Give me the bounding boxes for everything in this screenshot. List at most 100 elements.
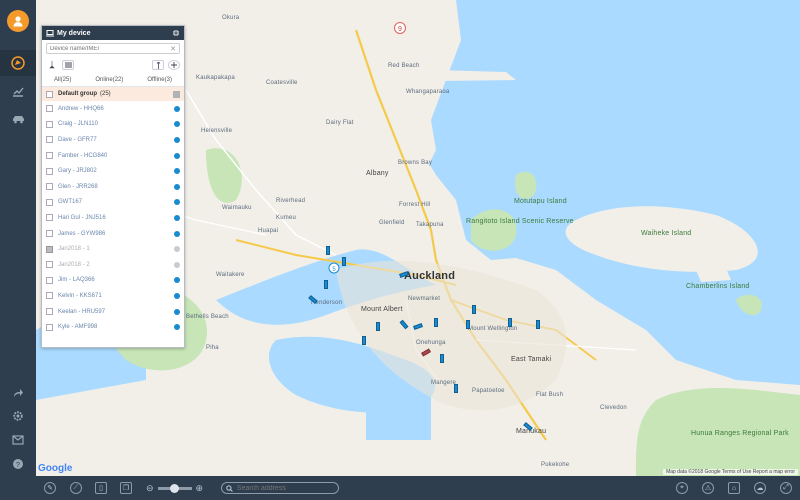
device-row[interactable]: Hari Gul - JNJ516 — [42, 210, 184, 226]
device-row[interactable]: Craig - JLN110 — [42, 117, 184, 133]
ruler-icon[interactable]: ⟋ — [70, 482, 82, 494]
online-status-icon — [174, 230, 180, 237]
device-checkbox[interactable] — [46, 120, 53, 128]
user-avatar[interactable] — [7, 10, 29, 32]
vehicle-marker[interactable] — [454, 384, 458, 393]
tab-all[interactable]: All(25) — [54, 77, 71, 83]
tab-online[interactable]: Online(22) — [95, 77, 123, 83]
svg-text:9: 9 — [398, 26, 402, 33]
vehicle-marker[interactable] — [466, 320, 470, 329]
device-search-input[interactable] — [50, 45, 171, 52]
nav-help-button[interactable]: ? — [0, 451, 36, 477]
zoom-in-icon[interactable]: ⊕ — [196, 483, 204, 494]
park-label: Motutapu Island — [514, 198, 567, 205]
device-row[interactable]: Jan2018 - 1 — [42, 241, 184, 257]
vehicle-marker[interactable] — [508, 318, 512, 327]
address-search-input[interactable] — [236, 484, 334, 492]
device-row[interactable]: Dave - GFR77 — [42, 132, 184, 148]
map-attribution[interactable]: Map data ©2018 Google Terms of Use Repor… — [663, 469, 798, 475]
panel-title: My device — [57, 29, 91, 37]
place-label: Dairy Flat — [326, 120, 354, 126]
sort-button[interactable] — [152, 60, 164, 70]
tab-offline[interactable]: Offline(3) — [147, 77, 172, 83]
device-checkbox[interactable] — [46, 292, 53, 300]
geofence-icon[interactable]: ⌖ — [676, 482, 688, 494]
device-checkbox[interactable] — [46, 105, 53, 113]
vehicle-marker[interactable] — [342, 257, 346, 266]
place-label: Waimauku — [222, 205, 252, 211]
place-label: Takapuna — [416, 222, 444, 228]
zoom-control: ⊖ ⊕ — [146, 483, 203, 494]
layers-icon[interactable]: ❐ — [120, 482, 132, 494]
vehicle-marker[interactable] — [324, 280, 328, 289]
device-checkbox[interactable] — [46, 323, 53, 331]
park-label: Chamberlins Island — [686, 283, 750, 290]
group-checkbox[interactable] — [46, 90, 53, 98]
nav-messages-button[interactable] — [0, 427, 36, 453]
device-checkbox[interactable] — [46, 198, 53, 206]
device-checkbox[interactable] — [46, 152, 53, 160]
device-checkbox[interactable] — [46, 214, 53, 222]
vehicle-marker[interactable] — [362, 336, 366, 345]
device-checkbox[interactable] — [46, 276, 53, 284]
list-view-button[interactable] — [62, 60, 74, 70]
device-name: Jan2018 - 1 — [58, 246, 90, 253]
document-icon[interactable]: ▯ — [95, 482, 107, 494]
vehicle-marker[interactable] — [434, 318, 438, 327]
device-row[interactable]: Keelan - HRU597 — [42, 304, 184, 320]
clear-search-icon[interactable]: ✕ — [170, 45, 176, 53]
envelope-icon — [12, 435, 24, 445]
device-row[interactable]: Kelvin - KKS671 — [42, 288, 184, 304]
device-group-header[interactable]: Default group (25) — [42, 87, 184, 101]
device-checkbox[interactable] — [46, 308, 53, 316]
device-row[interactable]: Famber - HCG840 — [42, 148, 184, 164]
vehicle-marker[interactable] — [536, 320, 540, 329]
group-count: (25) — [100, 91, 111, 97]
device-row[interactable]: Jan2018 - 2 — [42, 257, 184, 273]
device-name: Famber - HCG840 — [58, 152, 108, 159]
device-checkbox[interactable] — [46, 136, 53, 144]
nav-reports-button[interactable] — [0, 78, 36, 104]
cloud-icon[interactable]: ☁ — [754, 482, 766, 494]
vehicle-marker[interactable] — [376, 322, 380, 331]
nav-settings-button[interactable] — [0, 403, 36, 429]
poi-icon[interactable]: ⌂ — [728, 482, 740, 494]
device-row[interactable]: James - GYW986 — [42, 226, 184, 242]
device-name: Kyle - AMF998 — [58, 324, 98, 331]
fullscreen-icon[interactable]: ⤢ — [780, 482, 792, 494]
device-search[interactable]: ✕ — [46, 43, 180, 54]
device-row[interactable]: Glen - JRR268 — [42, 179, 184, 195]
device-name: Craig - JLN110 — [58, 121, 98, 128]
device-checkbox[interactable] — [46, 245, 53, 253]
add-device-button[interactable] — [168, 60, 180, 70]
nav-map-button[interactable] — [0, 50, 36, 76]
offline-status-icon — [174, 246, 180, 253]
device-row[interactable]: GWT167 — [42, 195, 184, 211]
vehicle-marker[interactable] — [326, 246, 330, 255]
device-checkbox[interactable] — [46, 230, 53, 238]
device-name: Hari Gul - JNJ516 — [58, 214, 106, 221]
zoom-out-icon[interactable]: ⊖ — [146, 483, 154, 494]
device-row[interactable]: Kyle - AMF998 — [42, 319, 184, 335]
zoom-slider-handle[interactable] — [169, 484, 179, 493]
device-checkbox[interactable] — [46, 183, 53, 191]
group-menu-icon[interactable] — [173, 90, 180, 98]
alert-icon[interactable]: ⚠ — [702, 482, 714, 494]
offline-status-icon — [174, 261, 180, 268]
vehicle-marker[interactable] — [440, 354, 444, 363]
device-row[interactable]: Jim - LAQ366 — [42, 273, 184, 289]
zoom-slider[interactable] — [157, 484, 192, 493]
device-checkbox[interactable] — [46, 261, 53, 269]
place-label: Kumeu — [276, 215, 297, 221]
address-search[interactable] — [221, 482, 339, 494]
device-row[interactable]: Gary - JRJ802 — [42, 163, 184, 179]
collapse-icon[interactable] — [172, 29, 180, 37]
nav-vehicles-button[interactable] — [0, 106, 36, 132]
place-label: Riverhead — [276, 198, 306, 204]
locate-tool-button[interactable] — [46, 60, 58, 70]
edit-icon[interactable]: ✎ — [44, 482, 56, 494]
place-label: Pukekohe — [541, 462, 570, 468]
device-checkbox[interactable] — [46, 167, 53, 175]
vehicle-marker[interactable] — [472, 305, 476, 314]
device-row[interactable]: Andrew - HHQ66 — [42, 101, 184, 117]
